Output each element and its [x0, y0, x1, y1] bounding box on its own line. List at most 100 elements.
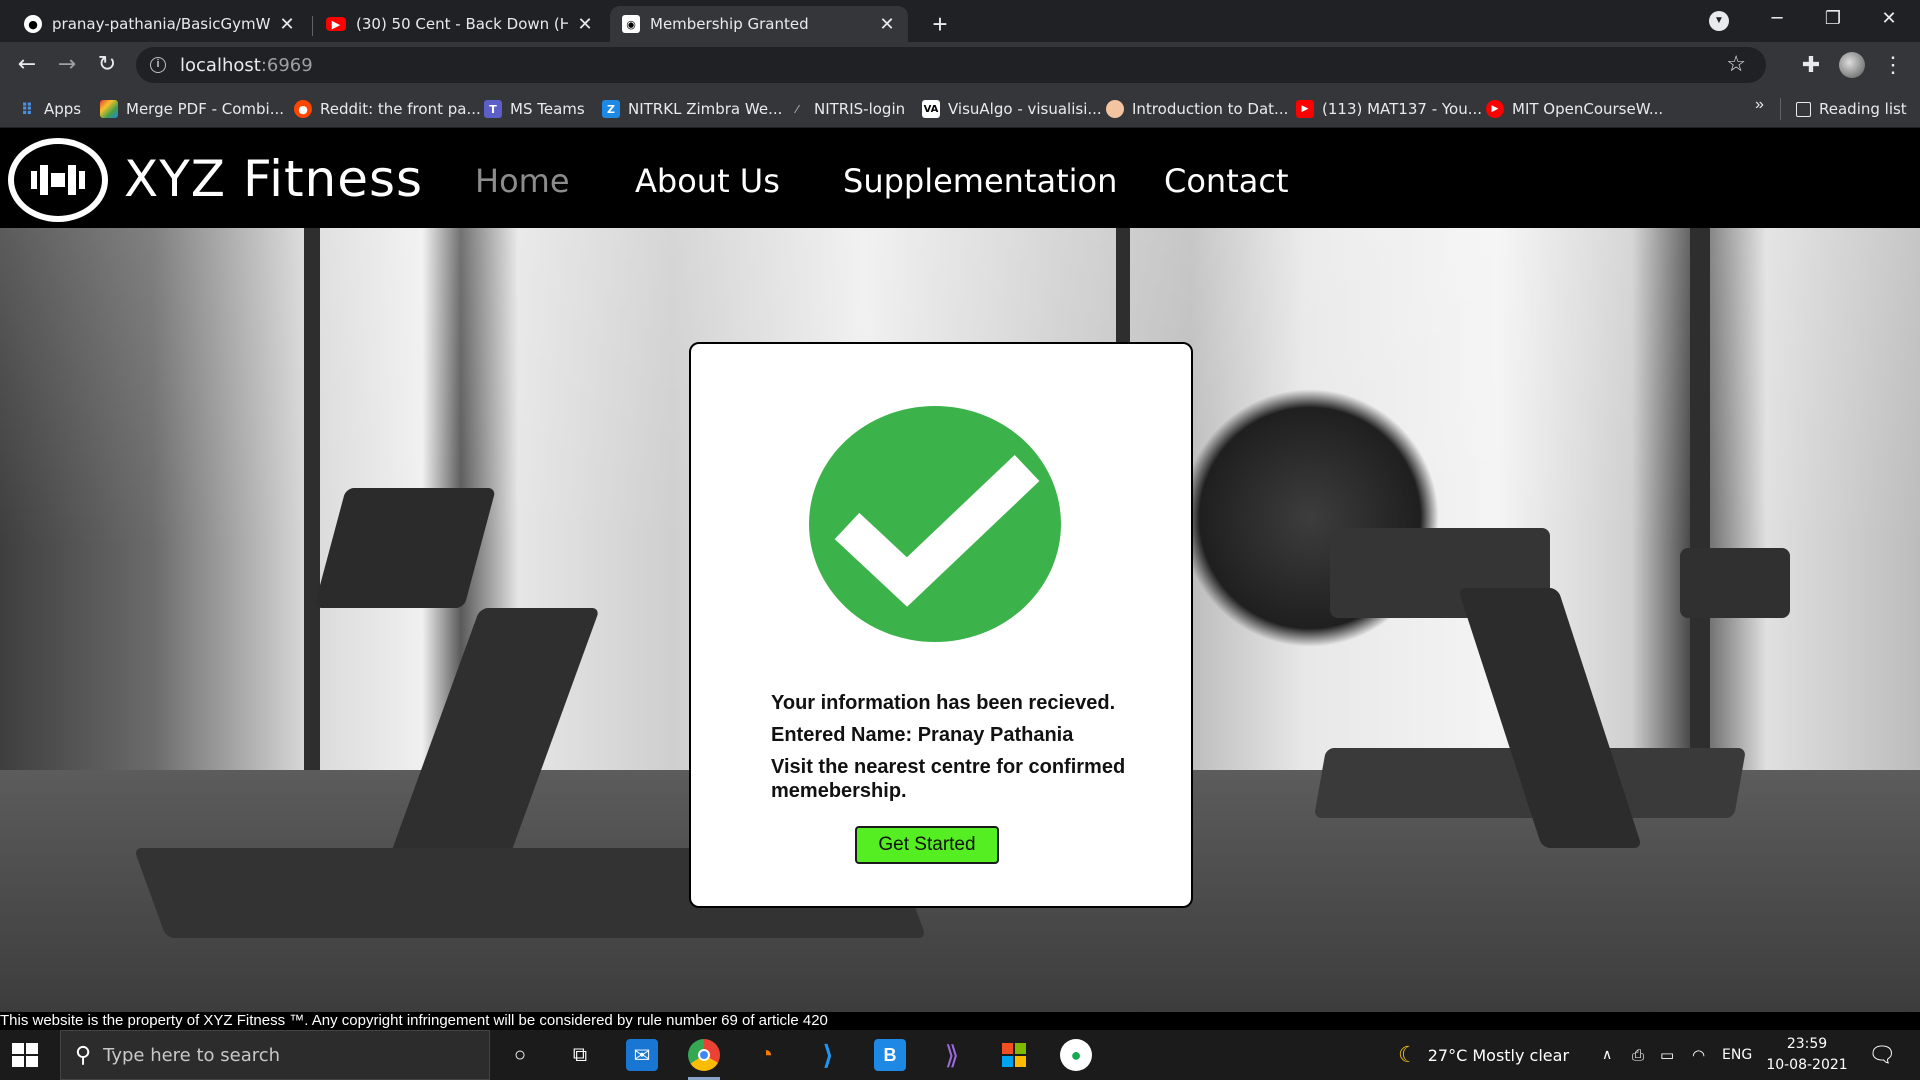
- site-navbar: XYZ Fitness Home About Us Supplementatio…: [0, 128, 1920, 228]
- site-logo-icon: ◉: [622, 15, 640, 33]
- reload-icon[interactable]: ↻: [92, 50, 122, 80]
- reading-list-button[interactable]: Reading list: [1796, 98, 1907, 120]
- url-host: localhost: [180, 54, 261, 76]
- bookmark-merge-pdf[interactable]: Merge PDF - Combi...: [100, 98, 284, 120]
- browser-tab-youtube[interactable]: ▶ (30) 50 Cent - Back Down (HQ) - ✕: [314, 6, 606, 42]
- windows-start-icon[interactable]: [12, 1043, 38, 1067]
- bluej-icon[interactable]: B: [874, 1039, 906, 1071]
- search-placeholder: Type here to search: [103, 1044, 281, 1066]
- mongodb-compass-icon[interactable]: ●: [1060, 1039, 1092, 1071]
- zimbra-icon: Z: [602, 100, 620, 118]
- close-icon[interactable]: ✕: [878, 14, 896, 35]
- mail-icon[interactable]: ✉: [626, 1039, 658, 1071]
- bookmark-ms-teams[interactable]: T MS Teams: [484, 98, 585, 120]
- taskbar-search-box[interactable]: ⚲ Type here to search: [60, 1030, 490, 1080]
- reddit-icon: ●: [294, 100, 312, 118]
- minimize-button[interactable]: ─: [1754, 4, 1800, 34]
- confirmation-message: Your information has been recieved.: [771, 692, 1116, 714]
- wifi-icon[interactable]: ◠: [1692, 1030, 1705, 1080]
- device-icon[interactable]: ⎙: [1632, 1030, 1644, 1080]
- nav-link-home[interactable]: Home: [475, 162, 570, 200]
- nav-link-contact[interactable]: Contact: [1164, 162, 1289, 200]
- close-icon[interactable]: ✕: [278, 14, 296, 35]
- browser-tab-membership[interactable]: ◉ Membership Granted ✕: [610, 6, 908, 42]
- membership-confirmation-card: Your information has been recieved. Ente…: [689, 342, 1193, 908]
- nitris-icon: ⁄: [796, 102, 798, 116]
- windows-store-icon[interactable]: [998, 1039, 1030, 1071]
- windows-taskbar: ⚲ Type here to search ○ ⧉ ✉ ◔ ⟩ B ⟫ ● ☾ …: [0, 1030, 1920, 1080]
- bookmark-apps[interactable]: ⠿ Apps: [18, 98, 81, 120]
- browser-tab-github[interactable]: ● pranay-pathania/BasicGymWebsi ✕: [12, 6, 308, 42]
- cortana-icon[interactable]: ○: [504, 1039, 536, 1071]
- copyright-footer: This website is the property of XYZ Fitn…: [0, 1012, 1920, 1030]
- reading-list-icon: [1796, 101, 1811, 117]
- weather-widget[interactable]: ☾ 27°C Mostly clear: [1398, 1030, 1569, 1080]
- close-window-button[interactable]: ✕: [1866, 4, 1912, 34]
- nav-link-supplementation[interactable]: Supplementation: [843, 162, 1117, 200]
- browser-tabstrip: ● pranay-pathania/BasicGymWebsi ✕ ▶ (30)…: [0, 0, 1920, 42]
- bookmark-label: (113) MAT137 - You...: [1322, 100, 1483, 118]
- web-page: XYZ Fitness Home About Us Supplementatio…: [0, 128, 1920, 1030]
- bookmark-zimbra[interactable]: Z NITRKL Zimbra We...: [602, 98, 782, 120]
- tab-separator: [312, 16, 313, 36]
- gym-logo-icon[interactable]: [8, 138, 108, 222]
- reading-list-label: Reading list: [1819, 100, 1907, 118]
- bookmark-label: Apps: [44, 100, 82, 118]
- success-check-icon: [809, 406, 1061, 642]
- bookmark-reddit[interactable]: ● Reddit: the front pa...: [294, 98, 481, 120]
- youtube-icon: ▶: [1486, 100, 1504, 118]
- taskbar-clock[interactable]: 23:59 10-08-2021: [1762, 1034, 1852, 1076]
- bookmark-intro-data[interactable]: Introduction to Dat...: [1106, 98, 1288, 120]
- bookmark-nitris[interactable]: ⁄ NITRIS-login: [788, 98, 905, 120]
- more-bookmarks-icon[interactable]: »: [1755, 96, 1764, 114]
- visit-centre-message: Visit the nearest centre for confirmed m…: [771, 756, 1126, 802]
- bookmark-star-icon[interactable]: ☆: [1726, 51, 1746, 77]
- tab-title: pranay-pathania/BasicGymWebsi: [52, 15, 270, 33]
- close-icon[interactable]: ✕: [576, 14, 594, 35]
- bookmark-mit-ocw[interactable]: ▶ MIT OpenCourseW...: [1486, 98, 1663, 120]
- battery-icon[interactable]: ▭: [1660, 1030, 1674, 1080]
- extensions-icon[interactable]: ✚: [1796, 50, 1826, 80]
- language-indicator[interactable]: ENG: [1722, 1030, 1752, 1080]
- bookmark-separator: [1780, 98, 1781, 120]
- entered-name: Entered Name: Pranay Pathania: [771, 724, 1074, 746]
- bookmark-mat137[interactable]: ▶ (113) MAT137 - You...: [1296, 98, 1482, 120]
- ilovepdf-icon: [100, 100, 118, 118]
- clock-date: 10-08-2021: [1766, 1057, 1848, 1073]
- site-info-icon[interactable]: i: [150, 57, 166, 73]
- visualgo-icon: VA: [922, 100, 940, 118]
- window-frame: [304, 228, 320, 788]
- bookmark-label: NITRIS-login: [814, 100, 906, 118]
- bookmark-label: Reddit: the front pa...: [320, 100, 481, 118]
- restore-button[interactable]: ❐: [1810, 4, 1856, 34]
- site-brand[interactable]: XYZ Fitness: [124, 150, 423, 208]
- vscode-icon[interactable]: ⟩: [812, 1039, 844, 1071]
- bookmarks-bar: ⠿ Apps Merge PDF - Combi... ● Reddit: th…: [0, 88, 1920, 128]
- profile-avatar-icon[interactable]: [1839, 52, 1865, 78]
- treadmill-image: [1680, 548, 1790, 618]
- address-bar[interactable]: i localhost:6969 ☆: [136, 47, 1766, 83]
- youtube-icon: ▶: [1296, 100, 1314, 118]
- forward-arrow-icon[interactable]: →: [52, 50, 82, 80]
- search-icon: ⚲: [75, 1042, 92, 1067]
- new-tab-button[interactable]: +: [922, 6, 958, 42]
- task-view-icon[interactable]: ⧉: [564, 1039, 596, 1071]
- blender-icon[interactable]: ◔: [750, 1039, 782, 1071]
- dumbbell-icon: [31, 165, 85, 195]
- bookmark-label: VisuAlgo - visualisi...: [948, 100, 1102, 118]
- weather-text: 27°C Mostly clear: [1427, 1045, 1570, 1065]
- checkmark-icon: [834, 454, 1040, 607]
- nav-link-about-us[interactable]: About Us: [635, 162, 780, 200]
- visual-studio-icon[interactable]: ⟫: [936, 1039, 968, 1071]
- apps-grid-icon: ⠿: [20, 99, 34, 119]
- chrome-icon[interactable]: [688, 1039, 720, 1071]
- notifications-icon[interactable]: 🗨: [1868, 1030, 1896, 1080]
- tab-title: (30) 50 Cent - Back Down (HQ) -: [356, 15, 568, 33]
- bookmark-visualgo[interactable]: VA VisuAlgo - visualisi...: [922, 98, 1102, 120]
- back-arrow-icon[interactable]: ←: [12, 50, 42, 80]
- menu-kebab-icon[interactable]: ⋮: [1878, 50, 1908, 80]
- show-hidden-icons[interactable]: ∧: [1602, 1030, 1612, 1080]
- url-port: :6969: [260, 54, 313, 76]
- tab-search-icon[interactable]: ▼: [1709, 11, 1729, 31]
- get-started-button[interactable]: Get Started: [855, 826, 999, 864]
